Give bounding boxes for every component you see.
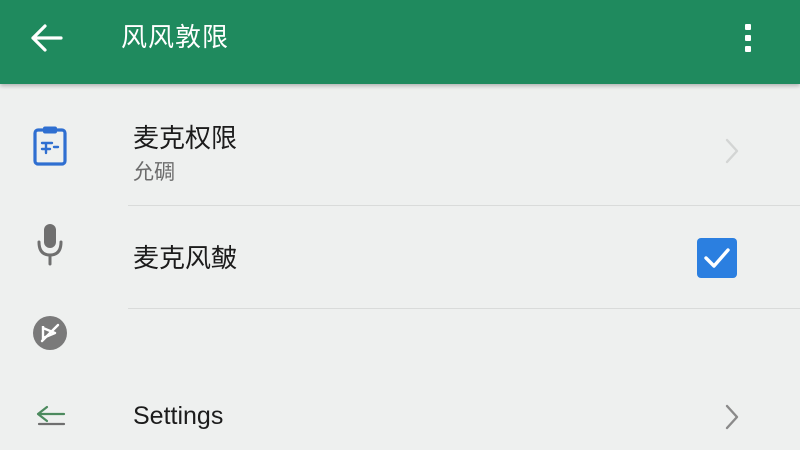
list-item-mic-permission[interactable]: 麦克权限 允碉: [0, 104, 800, 204]
arrow-left-icon: [31, 24, 63, 52]
page-title: 风风敦限: [121, 23, 230, 53]
app-bar: 风风敦限: [0, 0, 800, 84]
list-item-no-sound[interactable]: [0, 309, 800, 369]
back-button[interactable]: [24, 18, 68, 58]
checkmark-icon: [704, 248, 730, 268]
mic-permission-subtitle: 允碉: [133, 160, 175, 184]
more-options-button[interactable]: [728, 16, 768, 60]
app-window: 风风敦限 麦克权限 允碉 麦克风皶 Settings: [0, 0, 800, 450]
microphone-title: 麦克风皶: [133, 244, 238, 274]
microphone-checkbox[interactable]: [697, 238, 737, 278]
chevron-right-icon: [718, 400, 746, 434]
clipboard-icon: [26, 122, 74, 170]
mic-permission-title: 麦克权限: [133, 124, 238, 154]
more-vertical-icon: [745, 24, 751, 52]
microphone-icon: [26, 220, 74, 268]
list-item-microphone[interactable]: 麦克风皶: [0, 206, 800, 308]
settings-label: Settings: [133, 402, 224, 430]
chevron-right-icon: [718, 134, 746, 168]
arrow-left-icon: [26, 394, 74, 442]
list-item-settings[interactable]: Settings: [0, 386, 800, 450]
no-sound-icon: [26, 309, 74, 357]
